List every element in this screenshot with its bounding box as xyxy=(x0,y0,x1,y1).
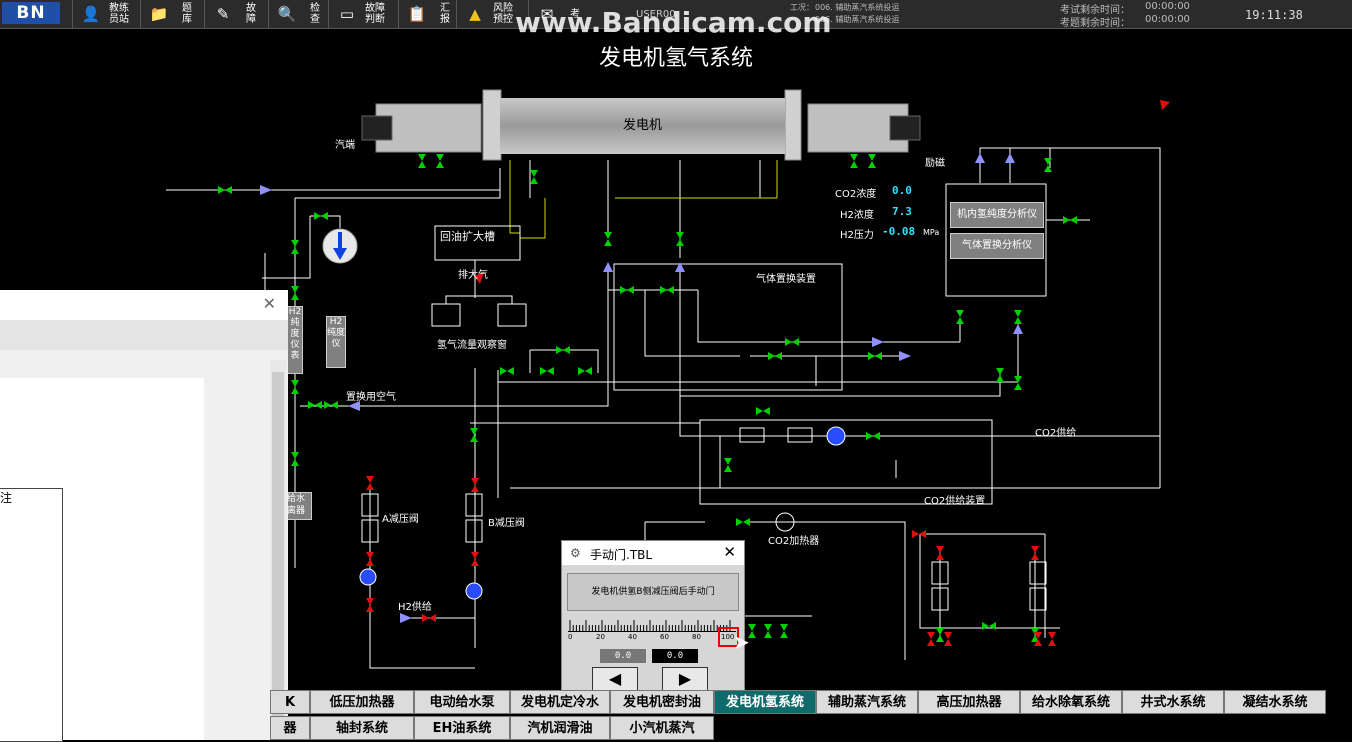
fault-judge-button[interactable]: ▭ 故障 判断 xyxy=(328,0,390,28)
co2-conc-label: CO2浓度 xyxy=(835,189,877,200)
window-header xyxy=(0,320,288,350)
exciter-label: 励磁 xyxy=(925,158,945,169)
system-tab[interactable]: EH油系统 xyxy=(414,716,510,740)
dialog-title: 手动门.TBL xyxy=(590,548,653,562)
background-window: ✕ 注 xyxy=(0,290,288,742)
valve-a-label: A减压阀 xyxy=(382,514,419,525)
question-bank-button[interactable]: 📁 题 库 xyxy=(140,0,202,28)
system-tab[interactable]: 发电机氢系统 xyxy=(714,690,816,714)
increase-button[interactable]: ▶ xyxy=(662,667,708,691)
exhaust-label: 排大气 xyxy=(458,270,488,281)
generator-body: 发电机 xyxy=(500,98,785,154)
system-tab[interactable]: 高压加热器 xyxy=(918,690,1020,714)
h2-conc-value: 7.3 xyxy=(892,205,912,218)
h2-purity-analyzer[interactable]: 机内氢纯度分析仪 xyxy=(950,202,1044,228)
scrollbar-thumb[interactable] xyxy=(272,372,284,732)
system-tab[interactable]: 井式水系统 xyxy=(1122,690,1224,714)
system-tab[interactable]: 器 xyxy=(270,716,310,740)
monitor-icon: ▭ xyxy=(339,5,355,23)
system-tab[interactable]: 汽机润滑油 xyxy=(510,716,610,740)
system-tab[interactable]: 发电机密封油 xyxy=(610,690,714,714)
system-tab[interactable]: 凝结水系统 xyxy=(1224,690,1326,714)
fault-label: 故 障 xyxy=(246,3,256,25)
system-tab[interactable]: 低压加热器 xyxy=(310,690,414,714)
question-remaining-value: 00:00:00 xyxy=(1145,14,1190,25)
system-tab[interactable]: 轴封系统 xyxy=(310,716,414,740)
co2-heater-label: CO2加热器 xyxy=(768,536,820,547)
h2-purity-meter-box[interactable]: H2纯度仪表 xyxy=(287,306,303,374)
note-cell: 注 xyxy=(0,488,63,742)
gas-replace-label: 气体置换装置 xyxy=(756,274,816,285)
question-bank-label: 题 库 xyxy=(182,3,192,25)
system-tab[interactable]: 辅助蒸汽系统 xyxy=(816,690,918,714)
trainer-station-label: 教练 员站 xyxy=(109,3,129,25)
mpa-unit: MPa xyxy=(923,228,940,237)
fault-icon: ✎ xyxy=(216,5,230,23)
gear-icon: ⚙ xyxy=(570,546,581,560)
inspect-button[interactable]: 🔍 检 查 xyxy=(268,0,330,28)
risk-control-label: 风险 预控 xyxy=(493,3,513,25)
decrease-button[interactable]: ◀ xyxy=(592,667,638,691)
note-label: 注 xyxy=(0,491,13,505)
h2-purity-box[interactable]: H2纯度仪 xyxy=(326,316,346,368)
system-tab[interactable]: 发电机定冷水 xyxy=(510,690,610,714)
opening-slider[interactable] xyxy=(568,617,736,632)
trainer-station-button[interactable]: 👤 教练 员站 xyxy=(72,0,134,28)
app-logo: BN xyxy=(2,2,60,24)
valve-b-label: B减压阀 xyxy=(488,518,525,529)
user-icon: 👤 xyxy=(81,5,101,23)
tick-80: 80 xyxy=(692,633,701,641)
feedback-value: 0.0 xyxy=(652,649,698,663)
h2-supply-label: H2供给 xyxy=(398,602,432,613)
close-icon[interactable]: ✕ xyxy=(723,543,736,561)
system-tab[interactable]: 给水除氧系统 xyxy=(1020,690,1122,714)
h2-flow-window-label: 氢气流量观察窗 xyxy=(437,340,507,351)
co2-supply-label: CO2供给 xyxy=(1035,428,1077,439)
valve-description: 发电机供氢B侧减压阀后手动门 xyxy=(567,573,739,611)
dialog-titlebar: ⚙ 手动门.TBL ✕ xyxy=(562,541,744,565)
tick-20: 20 xyxy=(596,633,605,641)
tick-0: 0 xyxy=(568,633,573,641)
clock: 19:11:38 xyxy=(1245,8,1303,22)
report-button[interactable]: 📋 汇 报 xyxy=(398,0,460,28)
setpoint-value: 0.0 xyxy=(600,649,646,663)
system-tab[interactable]: 小汽机蒸汽 xyxy=(610,716,714,740)
fault-button[interactable]: ✎ 故 障 xyxy=(204,0,266,28)
oil-tank-label: 回油扩大槽 xyxy=(440,230,495,243)
turbine-end-label: 汽端 xyxy=(335,140,355,151)
inspect-icon: 🔍 xyxy=(277,5,297,23)
replace-air-label: 置换用空气 xyxy=(346,392,396,403)
mouse-cursor-icon: ➤ xyxy=(733,630,750,654)
fault-judge-label: 故障 判断 xyxy=(365,3,385,25)
co2-supply-device-label: CO2供给装置 xyxy=(924,496,986,507)
close-icon[interactable]: ✕ xyxy=(263,294,276,313)
h2-pressure-label: H2压力 xyxy=(840,230,874,241)
warning-icon: ▲ xyxy=(469,5,481,23)
system-tab[interactable]: K xyxy=(270,690,310,714)
exam-remaining-value: 00:00:00 xyxy=(1145,1,1190,12)
risk-control-button[interactable]: ▲ 风险 预控 xyxy=(456,0,518,28)
co2-conc-value: 0.0 xyxy=(892,184,912,197)
tick-40: 40 xyxy=(628,633,637,641)
h2-pressure-value: -0.08 xyxy=(882,225,916,238)
inspect-label: 检 查 xyxy=(310,3,320,25)
folder-icon: 📁 xyxy=(149,5,169,23)
h2-conc-label: H2浓度 xyxy=(840,210,874,221)
manual-valve-dialog: ⚙ 手动门.TBL ✕ 发电机供氢B侧减压阀后手动门 0 20 40 60 80… xyxy=(561,540,745,700)
gas-replace-analyzer[interactable]: 气体置换分析仪 xyxy=(950,233,1044,259)
report-icon: 📋 xyxy=(407,5,427,23)
slider-ticks xyxy=(569,620,731,632)
system-tab[interactable]: 电动给水泵 xyxy=(414,690,510,714)
question-remaining-label: 考题剩余时间： xyxy=(1060,18,1130,29)
window-titlebar xyxy=(0,290,288,320)
tick-60: 60 xyxy=(660,633,669,641)
